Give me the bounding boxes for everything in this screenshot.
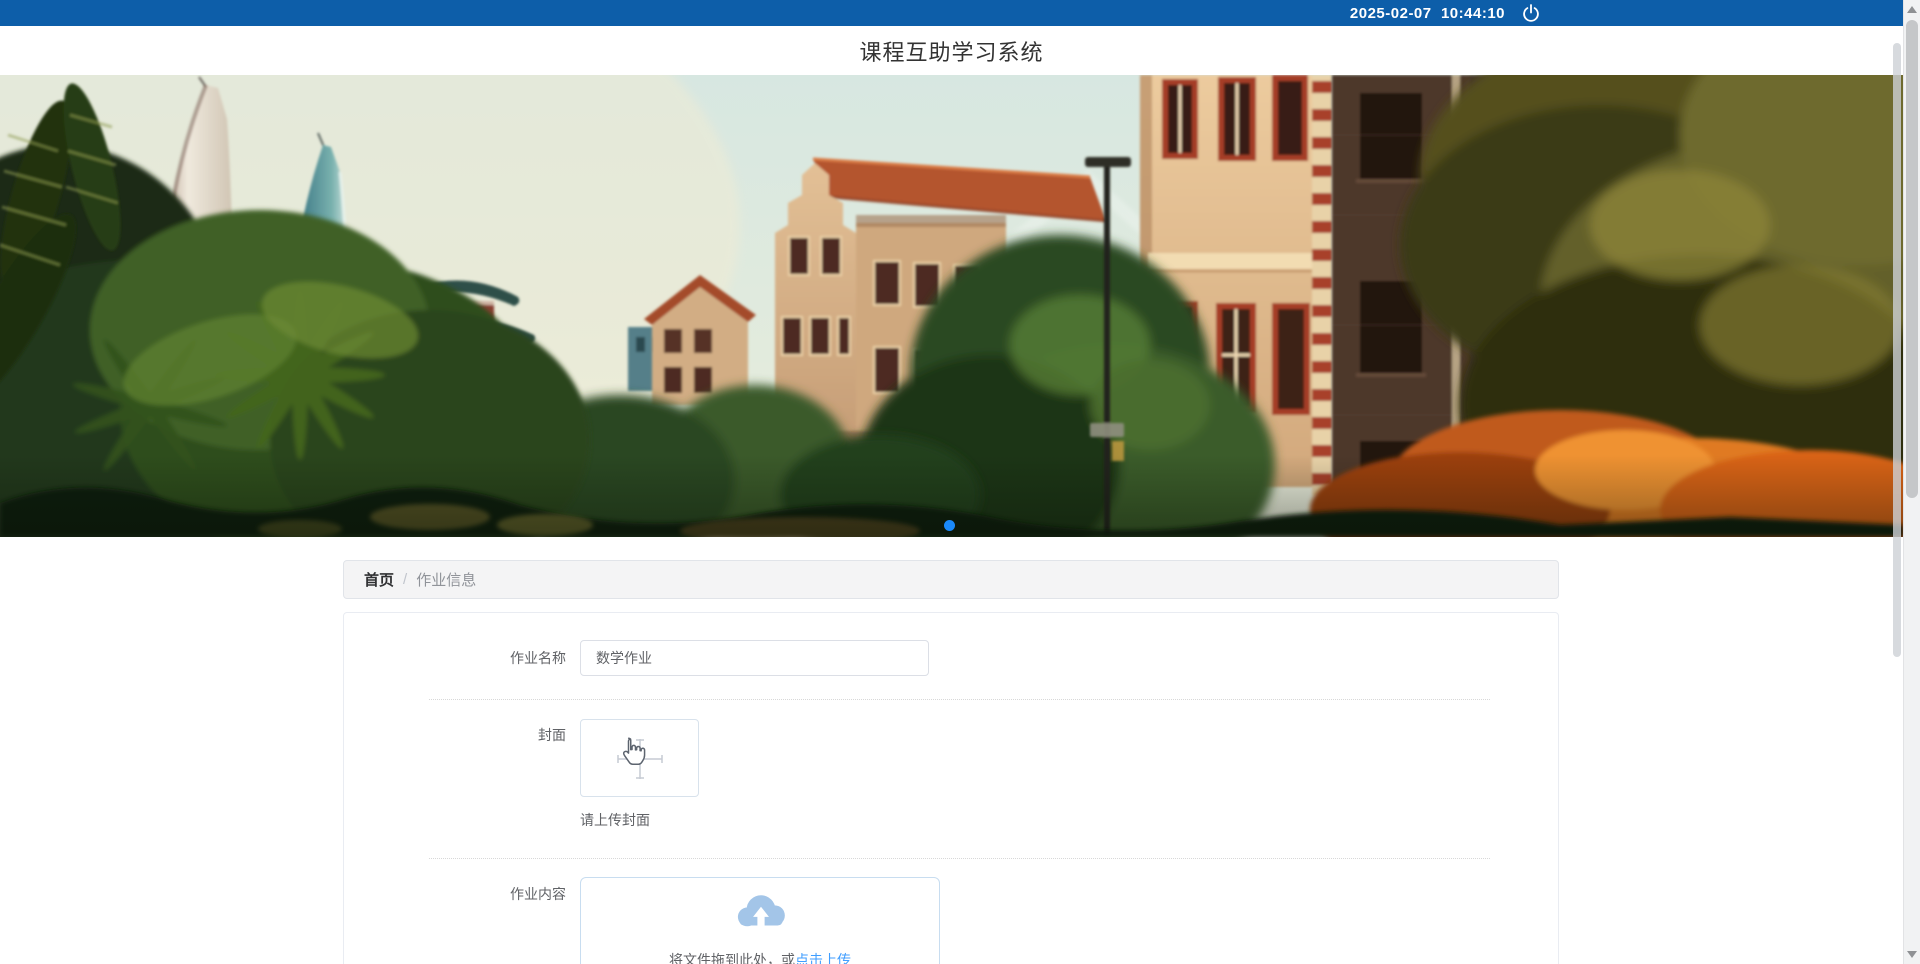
inner-scrollbar-thumb[interactable] — [1893, 43, 1901, 657]
banner-image — [0, 75, 1903, 537]
page: 2025-02-07 10:44:10 课程互助学习系统 首页 / 作业信息 作… — [0, 0, 1920, 964]
breadcrumb-current: 作业信息 — [416, 572, 477, 589]
power-icon-glyph — [1522, 4, 1539, 22]
carousel-dot-active[interactable] — [944, 520, 955, 531]
homework-name-label: 作业名称 — [510, 650, 566, 666]
divider — [429, 699, 1490, 700]
dragger-text: 将文件拖到此处，或点击上传 — [581, 950, 939, 964]
scrollbar-down-arrow[interactable] — [1907, 951, 1917, 958]
content-upload-dragger[interactable]: 将文件拖到此处，或点击上传 — [580, 877, 940, 964]
click-upload-link[interactable]: 点击上传 — [795, 952, 851, 964]
breadcrumb-separator: / — [403, 571, 408, 588]
dragger-text-static: 将文件拖到此处，或 — [669, 952, 795, 964]
power-icon[interactable] — [1520, 3, 1541, 24]
banner-carousel — [0, 75, 1903, 537]
site-header: 课程互助学习系统 — [0, 26, 1903, 75]
homework-form-panel: 作业名称 封面 请上传封面 作业内容 — [343, 612, 1559, 964]
homework-name-input[interactable] — [580, 640, 929, 676]
breadcrumb: 首页 / 作业信息 — [343, 560, 1559, 599]
hand-cursor — [622, 737, 646, 765]
scrollbar-up-arrow[interactable] — [1907, 6, 1917, 13]
cover-upload-box[interactable] — [580, 719, 699, 797]
cover-label: 封面 — [538, 727, 566, 743]
os-scrollbar — [1903, 0, 1920, 964]
datetime-text: 2025-02-07 10:44:10 — [1349, 4, 1505, 22]
cloud-upload-icon — [737, 895, 785, 927]
topbar-content: 2025-02-07 10:44:10 — [1350, 0, 1541, 26]
breadcrumb-home-link[interactable]: 首页 — [364, 569, 394, 590]
homework-content-label: 作业内容 — [510, 886, 566, 902]
cover-upload-hint: 请上传封面 — [580, 812, 650, 828]
scrollbar-thumb[interactable] — [1906, 20, 1918, 498]
divider — [429, 858, 1490, 859]
topbar: 2025-02-07 10:44:10 — [0, 0, 1903, 26]
page-title: 课程互助学习系统 — [859, 39, 1044, 65]
